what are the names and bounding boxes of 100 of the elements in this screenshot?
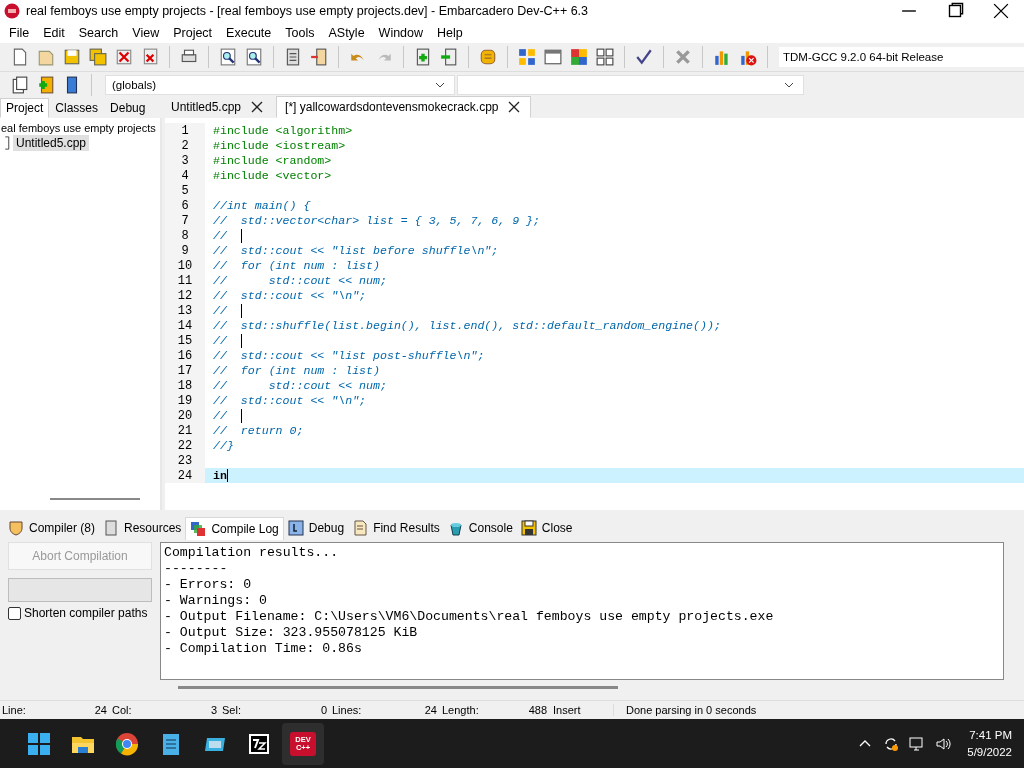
- panel-tab[interactable]: Console: [443, 517, 517, 539]
- compiler-select[interactable]: TDM-GCC 9.2.0 64-bit Release: [779, 47, 1024, 67]
- editor-tab[interactable]: [*] yallcowardsdontevensmokecrack.cpp: [276, 96, 532, 118]
- panel-tab[interactable]: Resources: [99, 517, 186, 539]
- class-browser-icon[interactable]: [11, 76, 29, 94]
- menu-item[interactable]: Help: [430, 23, 470, 42]
- code-line: // std::cout << num;: [213, 274, 387, 287]
- document-icon[interactable]: [284, 48, 302, 66]
- line-number: 3: [181, 153, 189, 168]
- close-file-icon[interactable]: [115, 48, 133, 66]
- speaker-icon[interactable]: [935, 735, 952, 752]
- line-number: 22: [177, 438, 193, 453]
- line-number: 24: [177, 468, 193, 483]
- menu-item[interactable]: Window: [371, 23, 431, 42]
- tab-label[interactable]: [*] yallcowardsdontevensmokecrack.cpp: [285, 100, 499, 114]
- browser-icon[interactable]: [114, 730, 140, 757]
- code-line: //: [213, 304, 227, 317]
- log-line: - Warnings: 0: [164, 593, 268, 609]
- status-message: Done parsing in 0 seconds: [613, 704, 757, 716]
- rebuild-icon[interactable]: [596, 48, 614, 66]
- open-file-icon[interactable]: [37, 48, 55, 66]
- code-line: //: [213, 409, 227, 422]
- tab-label[interactable]: Untitled5.cpp: [171, 100, 242, 114]
- scope-dropdown[interactable]: (globals): [105, 75, 455, 95]
- code-line: // std::cout << num;: [213, 379, 387, 392]
- status-label: Sel:: [222, 704, 241, 716]
- scrollbar-thumb[interactable]: [50, 498, 140, 500]
- scrollbar-thumb[interactable]: [178, 685, 618, 689]
- network-icon[interactable]: [909, 735, 926, 752]
- code-line: // std::cout << "\n";: [213, 394, 367, 407]
- sync-icon[interactable]: [883, 735, 900, 752]
- panel-tab[interactable]: Debug: [283, 517, 349, 539]
- close-all-icon[interactable]: [141, 48, 159, 66]
- line-number: 10: [177, 258, 193, 273]
- panel-tab[interactable]: Find Results: [348, 517, 444, 539]
- menu-item[interactable]: File: [2, 23, 37, 42]
- line-number: 18: [177, 378, 193, 393]
- run-icon[interactable]: [544, 48, 562, 66]
- line-number: 21: [177, 423, 193, 438]
- checkbox[interactable]: [8, 606, 21, 620]
- page-icon: [103, 520, 119, 536]
- delete-chart-icon[interactable]: [739, 48, 757, 66]
- menu-item[interactable]: Execute: [219, 23, 279, 42]
- menu-item[interactable]: Project: [166, 23, 220, 42]
- goto-line-icon[interactable]: [310, 48, 328, 66]
- log-line: - Output Filename: C:\Users\VM6\Documents\real femboys use empty projects.exe: [164, 609, 775, 625]
- panel-tab[interactable]: Project: [0, 98, 50, 118]
- checkbox-label[interactable]: Shorten compiler paths: [24, 606, 148, 620]
- code-line: // std::cout << "list post-shuffle\n";: [213, 349, 485, 362]
- bar-chart-icon[interactable]: [713, 48, 731, 66]
- status-mode: Insert: [552, 704, 582, 716]
- log-line: --------: [164, 561, 229, 577]
- menu-item[interactable]: View: [125, 23, 167, 42]
- line-number: 11: [177, 273, 193, 288]
- code-line: //}: [213, 439, 234, 452]
- menu-item[interactable]: Edit: [36, 23, 72, 42]
- window-title: real femboys use empty projects - [real femboys use empty projects.dev] - Embarcadero Dev-C++ 6.3: [26, 4, 590, 18]
- panel-tab[interactable]: Compiler (8): [4, 517, 99, 539]
- clock-time[interactable]: 7:41 PM: [969, 726, 1012, 744]
- start-icon[interactable]: [26, 730, 52, 757]
- panel-tab[interactable]: Close: [516, 517, 577, 539]
- log-line: Compilation results...: [164, 545, 340, 561]
- menu-item[interactable]: Search: [71, 23, 126, 42]
- line-number: 17: [177, 363, 193, 378]
- replace-icon[interactable]: [245, 48, 263, 66]
- code-line: //int main() {: [213, 199, 311, 212]
- find-icon[interactable]: [219, 48, 237, 66]
- line-number: 1: [181, 123, 189, 138]
- code-line: #include <random>: [213, 154, 332, 167]
- line-number: 14: [177, 318, 193, 333]
- save-all-icon[interactable]: [89, 48, 107, 66]
- code-line: // for (int num : list): [213, 364, 380, 377]
- code-line: // std::shuffle(list.begin(), list.end(), std::default_random_engine());: [213, 319, 721, 332]
- add-class-icon[interactable]: [37, 76, 55, 94]
- check-icon[interactable]: [635, 48, 653, 66]
- status-value: 488: [528, 704, 547, 716]
- line-number: 13: [177, 303, 193, 318]
- clock-date[interactable]: 5/9/2022: [967, 743, 1012, 761]
- line-number: 6: [181, 198, 189, 213]
- menu-item[interactable]: Tools: [278, 23, 322, 42]
- menu-item[interactable]: AStyle: [321, 23, 372, 42]
- save-icon[interactable]: [63, 48, 81, 66]
- code-line: // for (int num : list): [213, 259, 380, 272]
- compile-run-icon[interactable]: [570, 48, 588, 66]
- project-tree-item[interactable]: Untitled5.cpp: [13, 135, 90, 151]
- remove-file-icon[interactable]: [440, 48, 458, 66]
- status-value: 24: [94, 704, 107, 716]
- new-file-icon[interactable]: [11, 48, 29, 66]
- project-options-icon[interactable]: [479, 48, 497, 66]
- project-tree-item[interactable]: eal femboys use empty projects: [0, 118, 156, 135]
- debug-icon: [287, 520, 304, 536]
- status-label: Length:: [442, 704, 479, 716]
- line-number: 23: [177, 453, 193, 468]
- panel-tab[interactable]: Compile Log: [185, 516, 284, 540]
- add-file-icon[interactable]: [414, 48, 432, 66]
- shield-icon: [8, 520, 24, 536]
- line-number: 2: [181, 138, 189, 153]
- text-cursor: [226, 469, 228, 482]
- compile-icon[interactable]: [518, 48, 536, 66]
- code-line: #include <iostream>: [213, 139, 346, 152]
